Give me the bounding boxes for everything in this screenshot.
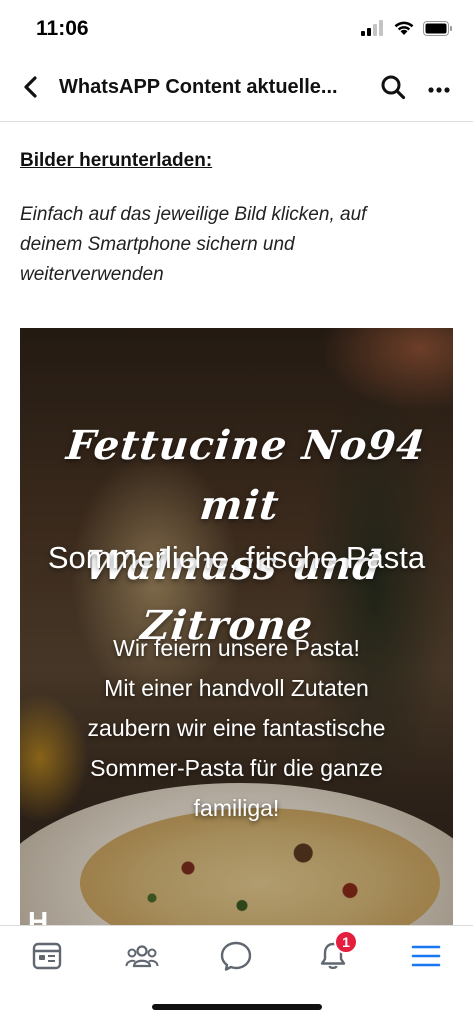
hamburger-menu-icon: [411, 944, 441, 973]
promo-title-line: Fettucine No94 mit: [64, 422, 428, 529]
battery-icon: [423, 20, 453, 41]
page-title: WhatsAPP Content aktuelle...: [59, 76, 338, 98]
intro-line: Einfach auf das jeweilige Bild klicken, …: [20, 204, 367, 225]
tab-groups[interactable]: [120, 936, 164, 980]
search-icon: [380, 74, 406, 105]
pasta-promo-image[interactable]: Fettucine No94 mit Walnuss und Zitrone S…: [20, 328, 453, 925]
intro-line: weiterverwenden: [20, 264, 164, 285]
news-feed-icon: [32, 942, 62, 975]
promo-subtitle: Sommerliche, frische Pasta: [47, 540, 426, 575]
promo-body-line: familiga!: [193, 795, 280, 821]
status-icons: [361, 20, 453, 41]
status-bar: 11:06: [0, 0, 473, 56]
more-options-button[interactable]: [422, 72, 456, 106]
post-content: Bilder herunterladen: Einfach auf das je…: [0, 122, 473, 925]
more-horizontal-icon: [428, 80, 450, 98]
promo-body-line: Sommer-Pasta für die ganze: [90, 755, 383, 781]
tab-menu[interactable]: [404, 936, 448, 980]
back-button[interactable]: [14, 72, 48, 106]
tab-messenger[interactable]: [214, 936, 258, 980]
chevron-left-icon: [22, 75, 40, 103]
notification-badge: 1: [334, 930, 358, 954]
intro-text: Einfach auf das jeweilige Bild klicken, …: [20, 200, 440, 290]
home-indicator: [152, 1004, 322, 1010]
status-time: 11:06: [36, 17, 89, 40]
promo-cut-text: H: [28, 906, 49, 925]
promo-body: Wir feiern unsere Pasta! Mit einer handv…: [50, 628, 423, 828]
intro-line: deinem Smartphone sichern und: [20, 234, 295, 255]
section-heading: Bilder herunterladen:: [20, 150, 213, 171]
nav-bar: WhatsAPP Content aktuelle...: [0, 56, 473, 122]
promo-body-line: Wir feiern unsere Pasta!: [113, 635, 360, 661]
promo-body-line: Mit einer handvoll Zutaten: [104, 675, 369, 701]
search-button[interactable]: [376, 72, 410, 106]
wifi-icon: [393, 20, 415, 41]
cellular-signal-icon: [361, 20, 385, 41]
groups-icon: [125, 943, 159, 974]
promo-body-line: zaubern wir eine fantastische: [87, 715, 386, 741]
tab-news-feed[interactable]: [25, 936, 69, 980]
chat-bubble-icon: [220, 941, 252, 976]
promo-title: Fettucine No94 mit Walnuss und Zitrone: [20, 416, 453, 656]
